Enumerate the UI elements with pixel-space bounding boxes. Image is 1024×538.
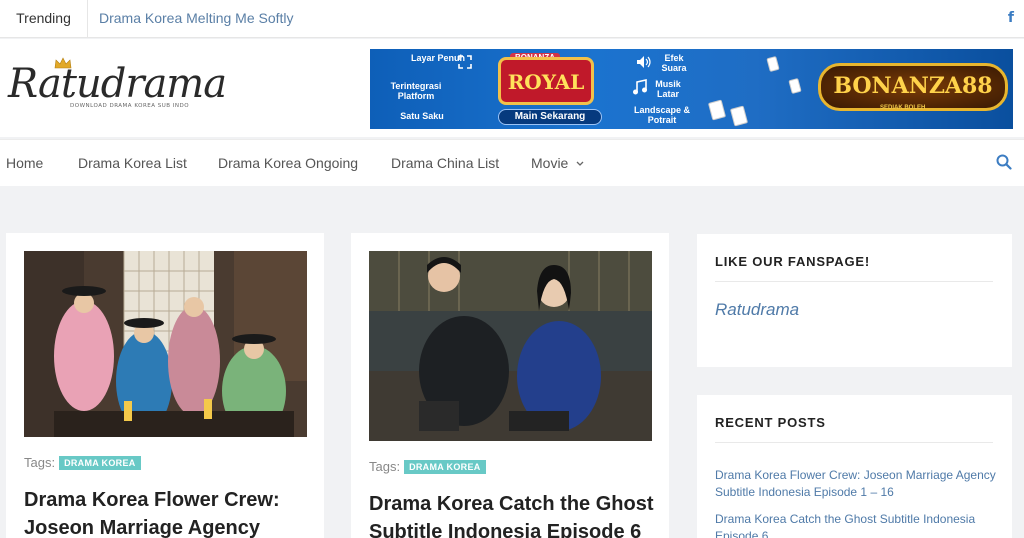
widget-title: LIKE OUR FANSPAGE! xyxy=(715,254,871,269)
main-nav: Home Drama Korea List Drama Korea Ongoin… xyxy=(0,139,1024,186)
post-thumbnail-image xyxy=(369,251,652,441)
recent-post-link[interactable]: Drama Korea Flower Crew: Joseon Marriage… xyxy=(715,467,1000,501)
card-image xyxy=(766,55,780,73)
post-tags: Tags: DRAMA KOREA xyxy=(369,459,486,474)
speaker-icon xyxy=(637,56,651,68)
top-trending-bar: Trending Drama Korea Melting Me Softly f xyxy=(0,0,1024,38)
nav-movie-label: Movie xyxy=(531,155,569,171)
banner-main-button[interactable]: Main Sekarang xyxy=(498,109,602,125)
card-image xyxy=(788,77,802,95)
post-thumbnail-image xyxy=(24,251,307,437)
banner-bonanza-sub: SEDIAK BOLEH xyxy=(880,105,926,111)
fanpage-link[interactable]: Ratudrama xyxy=(715,300,799,320)
logo-wordmark: Ratudrama xyxy=(8,61,227,107)
ad-banner[interactable]: Layar Penuh Terintegrasi Platform Satu S… xyxy=(370,49,1013,129)
fanspage-widget: LIKE OUR FANSPAGE! Ratudrama xyxy=(697,234,1012,367)
tag-badge[interactable]: DRAMA KOREA xyxy=(404,460,486,474)
trending-link[interactable]: Drama Korea Melting Me Softly xyxy=(99,0,294,36)
banner-satu-saku: Satu Saku xyxy=(400,111,444,121)
nav-drama-korea-ongoing[interactable]: Drama Korea Ongoing xyxy=(218,140,358,186)
tag-badge[interactable]: DRAMA KOREA xyxy=(59,456,141,470)
divider xyxy=(715,442,993,443)
banner-efek-suara: Efek Suara xyxy=(661,53,687,73)
widget-title: RECENT POSTS xyxy=(715,415,826,430)
nav-home[interactable]: Home xyxy=(6,140,43,186)
banner-musik-latar: Musik Latar xyxy=(655,79,681,99)
card-image xyxy=(729,105,749,127)
card-image xyxy=(707,99,727,121)
post-card: Tags: DRAMA KOREA Drama Korea Catch the G… xyxy=(351,233,669,538)
post-title[interactable]: Drama Korea Catch the Ghost Subtitle Ind… xyxy=(369,490,654,538)
tags-label: Tags: xyxy=(369,459,401,474)
banner-royal: ROYAL xyxy=(498,57,594,105)
tags-label: Tags: xyxy=(24,455,56,470)
post-thumbnail[interactable] xyxy=(369,251,652,441)
divider xyxy=(715,281,993,282)
fullscreen-icon xyxy=(458,55,472,69)
site-header: Ratudrama DOWNLOAD DRAMA KOREA SUB INDO … xyxy=(0,39,1024,137)
recent-posts-widget: RECENT POSTS Drama Korea Flower Crew: Jo… xyxy=(697,395,1012,538)
recent-post-link[interactable]: Drama Korea Catch the Ghost Subtitle Ind… xyxy=(715,511,1000,538)
search-icon[interactable] xyxy=(996,154,1012,170)
post-thumbnail[interactable] xyxy=(24,251,307,437)
banner-terintegrasi: Terintegrasi Platform xyxy=(390,81,442,101)
chevron-down-icon xyxy=(576,161,584,166)
banner-bonanza88: BONANZA88 xyxy=(818,63,1008,111)
post-card: Tags: DRAMA KOREA Drama Korea Flower Crew… xyxy=(6,233,324,538)
banner-landscape: Landscape & Potrait xyxy=(633,105,691,125)
nav-drama-china-list[interactable]: Drama China List xyxy=(391,140,499,186)
post-tags: Tags: DRAMA KOREA xyxy=(24,455,141,470)
trending-label: Trending xyxy=(0,0,88,38)
post-title[interactable]: Drama Korea Flower Crew: Joseon Marriage… xyxy=(24,486,309,538)
nav-drama-korea-list[interactable]: Drama Korea List xyxy=(78,140,187,186)
site-logo[interactable]: Ratudrama DOWNLOAD DRAMA KOREA SUB INDO xyxy=(8,57,227,121)
facebook-icon[interactable]: f xyxy=(1008,10,1014,26)
nav-movie[interactable]: Movie xyxy=(531,140,584,186)
logo-tagline: DOWNLOAD DRAMA KOREA SUB INDO xyxy=(70,103,190,109)
